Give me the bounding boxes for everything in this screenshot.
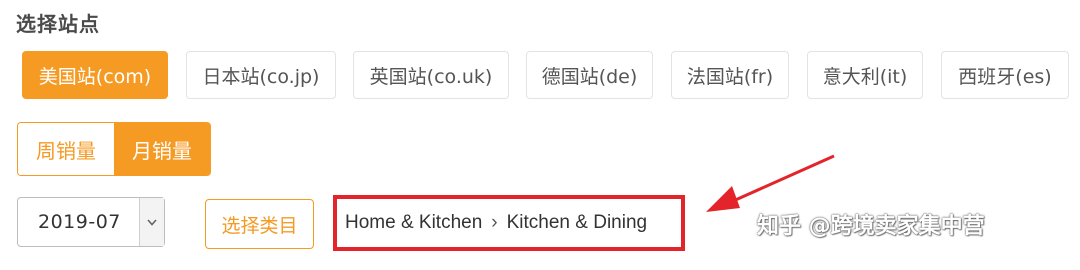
- month-select[interactable]: 2019-07: [17, 197, 165, 247]
- site-button-it[interactable]: 意大利(it): [807, 51, 923, 99]
- monthly-sales-button[interactable]: 月销量: [114, 123, 210, 175]
- site-button-es[interactable]: 西班牙(es): [941, 51, 1069, 99]
- watermark: 知乎 @跨境卖家集中营: [757, 204, 985, 244]
- site-button-us[interactable]: 美国站(com): [22, 51, 168, 99]
- site-button-de[interactable]: 德国站(de): [526, 51, 653, 99]
- category-breadcrumb: Home & Kitchen › Kitchen & Dining: [333, 195, 685, 251]
- site-button-jp[interactable]: 日本站(co.jp): [186, 51, 336, 99]
- breadcrumb-item[interactable]: Kitchen & Dining: [507, 212, 647, 234]
- weekly-sales-button[interactable]: 周销量: [18, 123, 114, 175]
- breadcrumb-item[interactable]: Home & Kitchen: [345, 212, 482, 234]
- sales-period-toggle: 周销量 月销量: [17, 122, 211, 176]
- site-button-uk[interactable]: 英国站(co.uk): [353, 51, 509, 99]
- watermark-text: 知乎 @跨境卖家集中营: [757, 214, 985, 239]
- month-select-value: 2019-07: [38, 211, 121, 233]
- chevron-down-icon[interactable]: [139, 198, 164, 246]
- site-button-fr[interactable]: 法国站(fr): [671, 51, 789, 99]
- breadcrumb-separator: ›: [491, 212, 498, 233]
- select-category-button[interactable]: 选择类目: [205, 199, 314, 249]
- section-title: 选择站点: [16, 12, 100, 36]
